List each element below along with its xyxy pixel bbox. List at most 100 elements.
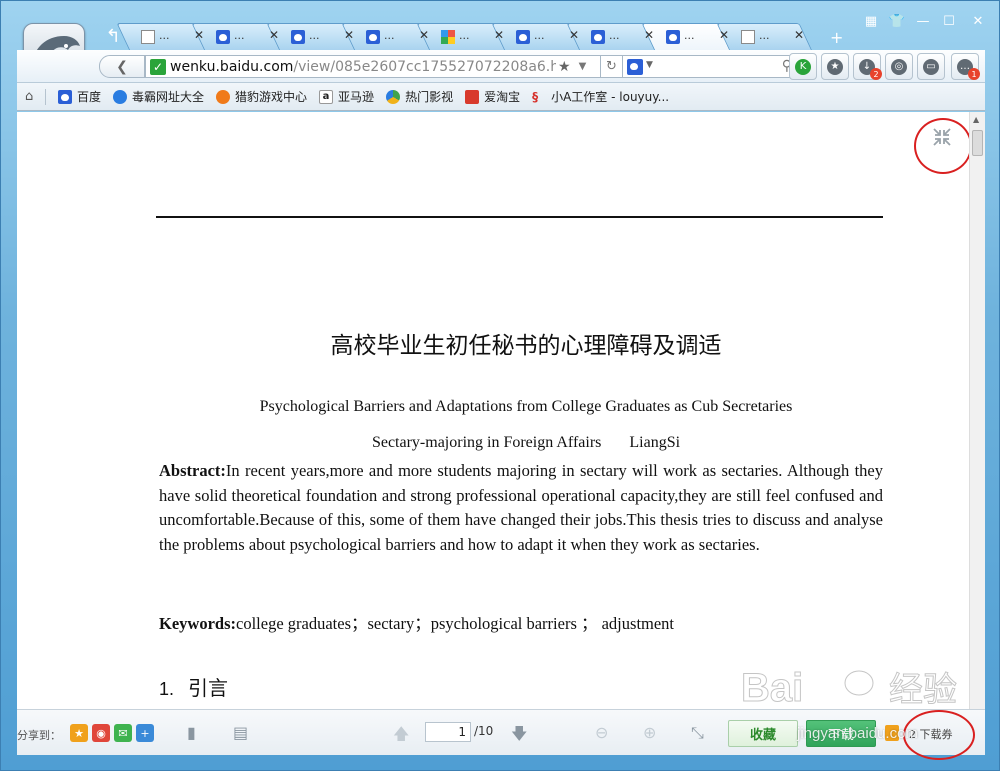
k-icon: K xyxy=(795,58,811,75)
skin-icon[interactable]: ▦ xyxy=(859,11,883,31)
taobao-icon xyxy=(465,89,480,104)
navigation-toolbar: ❮ ✓ wenku.baidu.com/view/085e2607cc17552… xyxy=(17,50,985,83)
tab-label: ... xyxy=(534,29,545,42)
tab-close-icon[interactable]: ✕ xyxy=(569,28,579,42)
page-icon xyxy=(741,30,755,44)
refresh-icon[interactable]: ↻ xyxy=(601,55,623,78)
studio-icon: § xyxy=(532,89,539,104)
notes-icon[interactable]: ▤ xyxy=(233,723,248,742)
baidu-paw-icon xyxy=(516,30,530,44)
address-bar[interactable]: ✓ wenku.baidu.com/view/085e2607cc1755270… xyxy=(145,55,601,78)
baidu-paw-icon xyxy=(58,89,72,104)
bookmarks-bar: ⌂ 百度 毒霸网址大全 猎豹游戏中心 a 亚马逊 热门影视 爱淘宝 § 小A工作… xyxy=(17,83,985,111)
exit-fullscreen-small-icon[interactable]: ⤡ xyxy=(691,723,704,743)
downloads-button[interactable]: ↓ 2 xyxy=(853,53,882,80)
bookmark-studio[interactable]: § 小A工作室 - louyuy... xyxy=(532,88,669,105)
bookmark-movies[interactable]: 热门影视 xyxy=(386,88,453,105)
tab-close-icon[interactable]: ✕ xyxy=(194,28,204,42)
zoom-in-icon[interactable]: ⊕ xyxy=(643,723,656,742)
baidu-paw-icon xyxy=(591,30,605,44)
favorite-star-icon[interactable]: ★ xyxy=(558,59,571,75)
vertical-scrollbar[interactable]: ▲ xyxy=(969,112,985,709)
abstract-paragraph: Abstract:In recent years,more and more s… xyxy=(159,459,883,557)
bookmark-label: 百度 xyxy=(77,90,102,104)
more-share-plus-icon[interactable]: + xyxy=(136,724,154,742)
url-text[interactable]: wenku.baidu.com/view/085e2607cc175527072… xyxy=(170,59,556,75)
byline-author: LiangSi xyxy=(629,434,681,451)
tab-close-icon[interactable]: ✕ xyxy=(794,28,804,42)
duba-icon xyxy=(113,89,128,104)
menu-badge: 1 xyxy=(968,68,980,80)
game-button[interactable]: ◎ xyxy=(885,53,913,80)
bookmark-label: 热门影视 xyxy=(405,90,454,104)
shirt-icon[interactable]: 👕 xyxy=(885,11,909,31)
wechat-icon[interactable]: ✉ xyxy=(114,724,132,742)
tv-button[interactable]: ▭ xyxy=(917,53,945,80)
baidu-search-engine-icon[interactable] xyxy=(627,59,643,75)
svg-text:Bai: Bai xyxy=(741,666,803,710)
abstract-label: Abstract: xyxy=(159,461,226,480)
download-badge: 2 xyxy=(870,68,882,80)
url-dropdown-icon[interactable]: ▼ xyxy=(579,61,587,72)
bookmark-label: 亚马逊 xyxy=(338,90,375,104)
tab-label: ... xyxy=(159,29,170,42)
new-tab-button[interactable]: + xyxy=(830,28,843,47)
page-icon xyxy=(141,30,155,44)
tab-close-icon[interactable]: ✕ xyxy=(269,28,279,42)
tab-close-icon[interactable]: ✕ xyxy=(719,28,729,42)
cheetah-game-icon xyxy=(216,89,231,104)
url-path: /view/085e2607cc175527072208a6.ht xyxy=(293,58,556,75)
colorful-site-icon xyxy=(441,30,455,44)
tab-close-icon[interactable]: ✕ xyxy=(419,28,429,42)
bookmark-label: 小A工作室 - louyuy... xyxy=(551,90,670,104)
document-title-english: Psychological Barriers and Adaptations f… xyxy=(259,398,793,415)
menu-button[interactable]: … 1 xyxy=(951,53,980,80)
byline: Sectary-majoring in Foreign Affairs Liang… xyxy=(17,434,969,452)
qzone-star-icon[interactable]: ★ xyxy=(70,724,88,742)
weibo-icon[interactable]: ◉ xyxy=(92,724,110,742)
tab-9[interactable]: ... ✕ xyxy=(716,23,812,50)
section-heading: 1. 引言 xyxy=(159,672,228,701)
search-box[interactable]: ▼ ⚲ xyxy=(623,55,799,78)
close-button[interactable]: ✕ xyxy=(963,11,993,31)
tab-label: ... xyxy=(609,29,620,42)
tab-close-icon[interactable]: ✕ xyxy=(494,28,504,42)
page-up-arrow-icon[interactable]: 🡅 xyxy=(393,723,409,750)
maximize-button[interactable]: ☐ xyxy=(937,11,961,31)
bookmark-icon[interactable]: ▮ xyxy=(187,723,196,742)
bookmark-label: 毒霸网址大全 xyxy=(132,90,205,104)
page-number-input[interactable]: 1 xyxy=(425,722,471,742)
zoom-out-icon[interactable]: ⊖ xyxy=(595,723,608,742)
bookmark-aitaobao[interactable]: 爱淘宝 xyxy=(465,88,520,105)
kingsoft-k-button[interactable]: K xyxy=(789,53,817,80)
watermark-url: jingyan.baidu.com xyxy=(797,725,918,742)
section-title: 引言 xyxy=(188,676,229,700)
home-icon[interactable]: ⌂ xyxy=(25,89,43,104)
header-rule xyxy=(156,216,883,218)
page-down-arrow-icon[interactable]: 🡇 xyxy=(511,723,527,750)
browser-window: ▦ 👕 — ☐ ✕ ↰ ... ✕ ... ✕ ... ✕ ... ✕ ... xyxy=(0,0,1000,771)
annotation-circle xyxy=(914,118,969,174)
back-button[interactable]: ❮ xyxy=(99,55,145,78)
bookmark-duba[interactable]: 毒霸网址大全 xyxy=(113,88,204,105)
tab-close-icon[interactable]: ✕ xyxy=(644,28,654,42)
tab-close-icon[interactable]: ✕ xyxy=(344,28,354,42)
abstract-text: In recent years,more and more students m… xyxy=(159,461,883,554)
scroll-thumb[interactable] xyxy=(972,130,983,156)
scroll-up-icon[interactable]: ▲ xyxy=(973,115,979,124)
share-label: 分享到： xyxy=(17,729,61,742)
byline-major: Sectary-majoring in Foreign Affairs xyxy=(371,434,602,451)
page-total: /10 xyxy=(474,724,494,738)
divider xyxy=(45,88,46,105)
keywords-label: Keywords: xyxy=(159,614,236,633)
url-host: wenku.baidu.com xyxy=(170,58,294,75)
bookmark-amazon[interactable]: a 亚马逊 xyxy=(319,88,374,105)
bookmark-game-center[interactable]: 猎豹游戏中心 xyxy=(216,88,307,105)
tv-icon: ▭ xyxy=(923,58,939,75)
search-engine-dropdown-icon[interactable]: ▼ xyxy=(646,60,653,70)
favorites-button[interactable]: ★ xyxy=(821,53,849,80)
bookmark-label: 猎豹游戏中心 xyxy=(235,90,308,104)
minimize-button[interactable]: — xyxy=(911,11,935,31)
bookmark-baidu[interactable]: 百度 xyxy=(58,88,101,105)
star-icon: ★ xyxy=(827,58,843,75)
